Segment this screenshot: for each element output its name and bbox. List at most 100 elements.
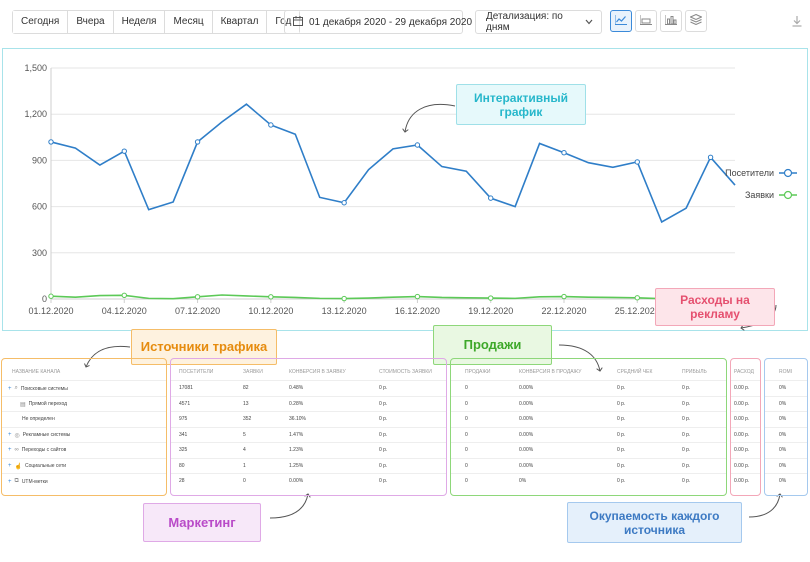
detail-select-label: Детализация: по дням — [486, 11, 563, 33]
expand-icon[interactable]: + — [8, 463, 12, 469]
table-row[interactable]: 0% — [765, 426, 807, 442]
romi-cell: 0% — [779, 462, 787, 469]
table-row[interactable]: + ⌕ Поисковые системы — [2, 380, 166, 395]
data-point[interactable] — [707, 154, 714, 161]
bar-chart-view-button[interactable] — [660, 10, 682, 32]
table-row[interactable]: 0.00 р. — [731, 457, 760, 473]
data-point[interactable] — [268, 294, 274, 300]
channel-name-cell[interactable]: + ☝ Социальные сети — [8, 463, 66, 470]
channel-name-label: Поисковые системы — [20, 385, 68, 392]
data-point[interactable] — [194, 139, 201, 145]
table-row[interactable]: 0% — [765, 457, 807, 473]
table-row[interactable]: 0 0.00% 0 р. 0 р. — [451, 426, 726, 442]
data-point[interactable] — [48, 139, 54, 145]
data-point[interactable] — [634, 295, 640, 301]
period-month-button[interactable]: Месяц — [165, 11, 213, 33]
table-row[interactable]: 0.00 р. — [731, 473, 760, 488]
data-point[interactable] — [121, 148, 127, 154]
expand-icon[interactable]: + — [8, 386, 12, 392]
legend-marker[interactable] — [783, 190, 793, 200]
expand-icon[interactable]: + — [8, 479, 12, 485]
download-icon[interactable] — [792, 14, 802, 32]
data-point[interactable] — [341, 295, 347, 302]
channel-name-cell[interactable]: + ◎ Рекламные системы — [8, 432, 70, 439]
layers-view-button[interactable] — [685, 10, 707, 32]
channel-name-cell[interactable]: + ⌕ Поисковые системы — [8, 385, 68, 392]
table-row[interactable]: + ☝ Социальные сети — [2, 457, 166, 473]
y-tick-label: 0 — [42, 294, 47, 304]
document-icon: ▤ — [20, 401, 26, 408]
lead-conversion-cell: 1.47% — [289, 431, 304, 438]
table-row[interactable]: 0.00 р. — [731, 426, 760, 442]
data-point[interactable] — [488, 295, 494, 301]
table-row[interactable]: 341 5 1.47% 0 р. — [171, 426, 446, 442]
table-row[interactable]: 0 0.00% 0 р. 0 р. — [451, 442, 726, 457]
table-row[interactable]: 0% — [765, 380, 807, 395]
table-row[interactable]: + ⧉ UTM-метки — [2, 473, 166, 488]
table-row[interactable]: 0.00 р. — [731, 442, 760, 457]
data-point[interactable] — [414, 142, 421, 148]
table-row[interactable]: 975 352 36.10% 0 р. — [171, 411, 446, 426]
table-row[interactable]: 0 0% 0 р. 0 р. — [451, 473, 726, 488]
table-row[interactable]: 0% — [765, 473, 807, 488]
ad-spend-cell: 0.00 р. — [734, 385, 750, 391]
table-row[interactable]: 0 0.00% 0 р. 0 р. — [451, 380, 726, 395]
sales-panel: Продажи Конверсия в продажу Средний чек … — [450, 358, 727, 496]
table-row[interactable]: 80 1 1.25% 0 р. — [171, 457, 446, 473]
table-row[interactable]: Не определен — [2, 411, 166, 426]
line-chart-view-button[interactable] — [610, 10, 632, 32]
table-row[interactable]: + ◎ Рекламные системы — [2, 426, 166, 442]
data-point[interactable] — [414, 293, 421, 300]
profit-cell: 0 р. — [682, 478, 691, 484]
data-point[interactable] — [48, 293, 54, 299]
table-row[interactable]: 0% — [765, 395, 807, 411]
data-point[interactable] — [488, 195, 494, 201]
x-tick-label: 25.12.2020 — [615, 306, 660, 316]
table-row[interactable]: + ∞ Переходы с сайтов — [2, 442, 166, 457]
period-today-button[interactable]: Сегодня — [13, 11, 69, 33]
table-row[interactable]: 0 0.00% 0 р. 0 р. — [451, 457, 726, 473]
data-point[interactable] — [634, 159, 640, 165]
data-point[interactable] — [194, 294, 201, 300]
data-point[interactable] — [121, 292, 127, 299]
lead-conversion-cell: 1.25% — [289, 462, 304, 469]
leads-cell: 1 — [243, 462, 246, 469]
table-row[interactable]: 0 0.00% 0 р. 0 р. — [451, 395, 726, 411]
ad-spend-cell: 0.00 р. — [734, 478, 750, 484]
date-range-picker[interactable]: 01 декабря 2020 - 29 декабря 2020 — [284, 10, 472, 34]
table-row[interactable]: 0% — [765, 442, 807, 457]
data-point[interactable] — [561, 150, 567, 156]
table-row[interactable]: 4571 13 0.28% 0 р. — [171, 395, 446, 411]
data-point[interactable] — [561, 293, 567, 300]
period-yesterday-button[interactable]: Вчера — [68, 11, 114, 33]
table-row[interactable]: ▤ Прямой переход — [2, 395, 166, 411]
leads-header: Заявки — [243, 369, 263, 375]
table-row[interactable]: 0.00 р. — [731, 380, 760, 395]
table-row[interactable]: 0 0.00% 0 р. 0 р. — [451, 411, 726, 426]
data-point[interactable] — [268, 122, 274, 128]
table-row[interactable]: 17081 82 0.48% 0 р. — [171, 380, 446, 395]
legend-marker[interactable] — [783, 168, 793, 178]
channel-name-cell[interactable]: + ⧉ UTM-метки — [8, 478, 48, 485]
expand-icon[interactable]: + — [8, 447, 12, 453]
table-row[interactable]: 0.00 р. — [731, 411, 760, 426]
channel-name-cell[interactable]: ▤ Прямой переход — [20, 401, 67, 408]
period-quarter-button[interactable]: Квартал — [212, 11, 268, 33]
table-row[interactable]: 325 4 1.23% 0 р. — [171, 442, 446, 457]
lead-conversion-cell: 0.48% — [289, 385, 304, 391]
area-chart-view-button[interactable] — [635, 10, 657, 32]
channel-name-cell[interactable]: + ∞ Переходы с сайтов — [8, 447, 66, 453]
channel-name-cell[interactable]: Не определен — [22, 416, 55, 422]
channel-names-panel: Название канала + ⌕ Поисковые системы ▤ Прям… — [1, 358, 167, 496]
period-week-button[interactable]: Неделя — [113, 11, 166, 33]
data-point[interactable] — [341, 200, 347, 206]
table-row[interactable]: 0.00 р. — [731, 395, 760, 411]
romi-cell: 0% — [779, 385, 787, 391]
table-row[interactable]: 28 0 0.00% 0 р. — [171, 473, 446, 488]
expand-icon[interactable]: + — [8, 432, 12, 438]
table-row[interactable]: 0% — [765, 411, 807, 426]
callout-roi-line1: Окупаемость каждого — [589, 508, 720, 523]
series-line-1[interactable] — [50, 294, 736, 300]
series-line-0[interactable] — [50, 103, 736, 224]
detail-select[interactable]: Детализация: по дням — [475, 10, 602, 34]
